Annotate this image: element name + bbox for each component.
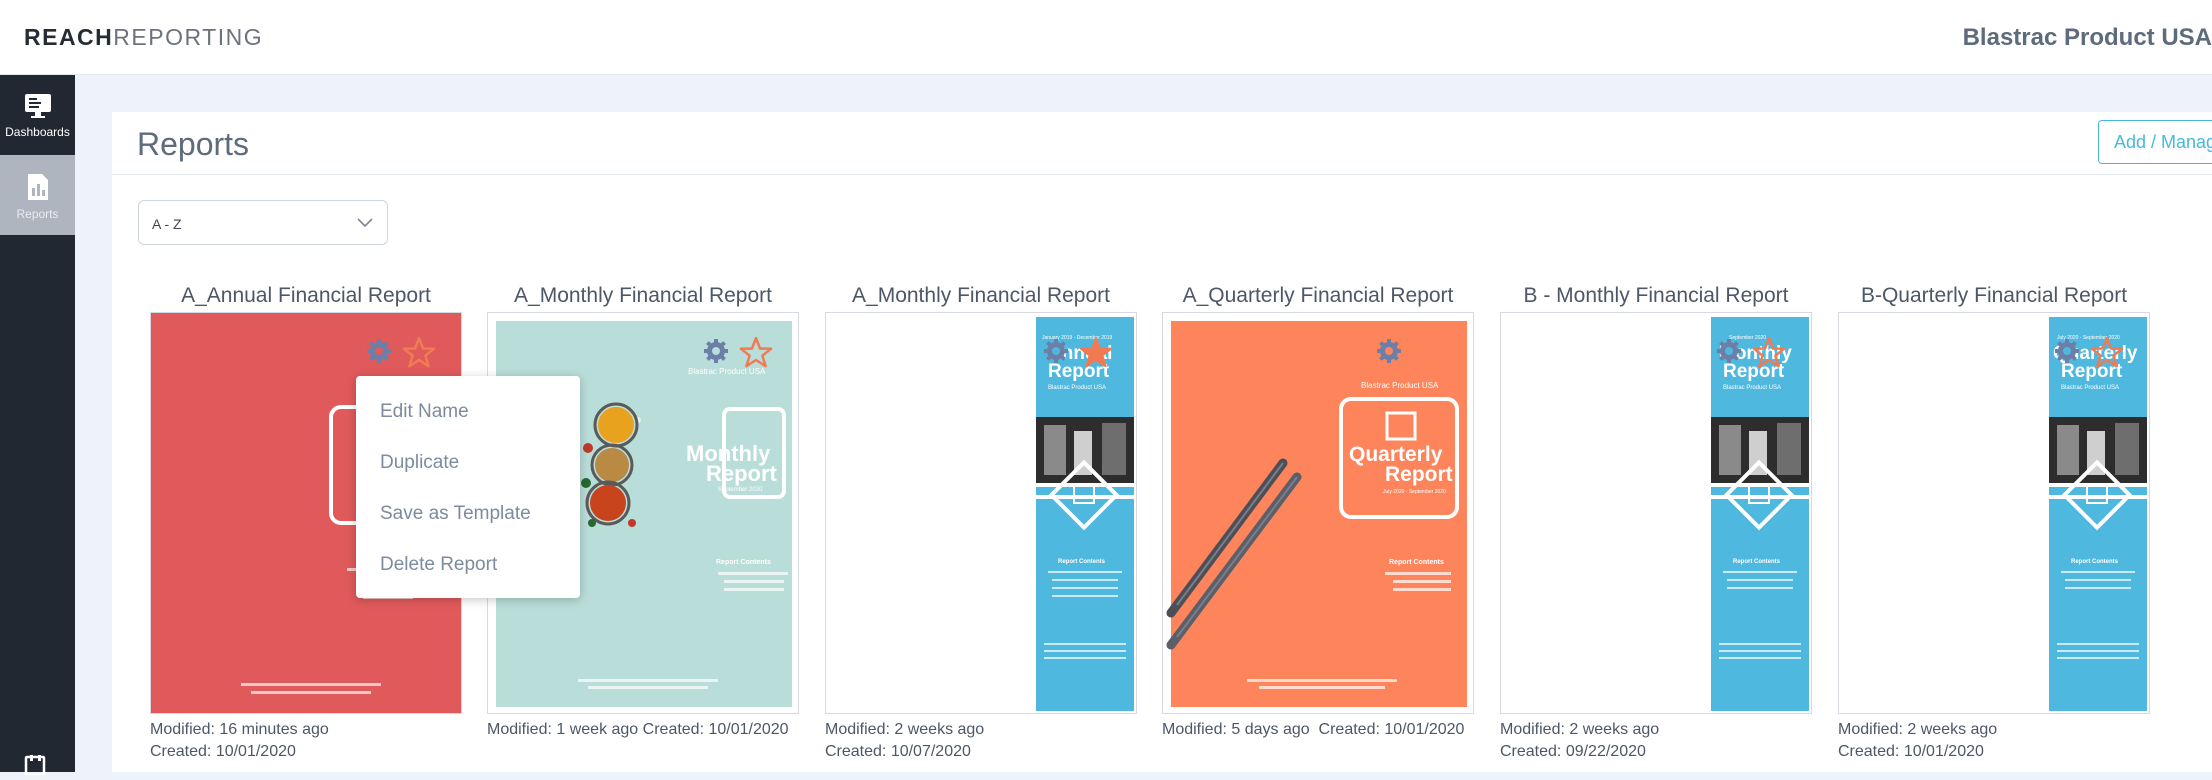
created-text: Created: 10/01/2020 (1838, 743, 1984, 760)
cover-contents: Report Contents (2071, 559, 2118, 565)
report-card[interactable]: B-Quarterly Financial Report July 2020 -… (1838, 284, 2150, 760)
report-thumbnail[interactable]: Blastrac Product USA Quarterly Report Ju… (1162, 312, 1474, 714)
report-title[interactable]: A_Quarterly Financial Report (1162, 284, 1474, 312)
cover-company: Blastrac Product USA (1361, 381, 1439, 390)
sidebar: Dashboards Reports (0, 75, 75, 777)
sidebar-item-reports[interactable]: Reports (0, 155, 75, 235)
report-card[interactable]: A_Monthly Financial Report (487, 284, 799, 738)
gear-icon[interactable] (1043, 338, 1069, 364)
modified-text: Modified: 2 weeks ago (1838, 721, 1998, 738)
sidebar-bottom-icon[interactable] (24, 755, 48, 780)
title-divider (112, 174, 2212, 175)
modified-text: Modified: 16 minutes ago (150, 721, 329, 738)
logo-light-text: REPORTING (113, 24, 264, 50)
report-title[interactable]: B-Quarterly Financial Report (1838, 284, 2150, 312)
report-context-menu: Edit Name Duplicate Save as Template Del… (356, 376, 580, 598)
report-card[interactable]: A_Quarterly Financial Report Blastrac Pr… (1162, 284, 1474, 738)
report-card[interactable]: B - Monthly Financial Report September 2… (1500, 284, 1812, 760)
gear-icon[interactable] (1376, 338, 1402, 364)
page-title: Reports (137, 126, 250, 162)
gear-icon[interactable] (1716, 338, 1742, 364)
cover-heading-2: Report (1385, 463, 1453, 486)
report-chart-icon (27, 174, 48, 200)
cover-company: Blastrac Product USA (1048, 385, 1107, 391)
report-dates: Modified: 2 weeks ago Created: 09/22/202… (1500, 719, 1659, 763)
modified-text: Modified: 5 days ago (1162, 721, 1310, 738)
created-text: Created: 10/01/2020 (642, 721, 789, 738)
created-text: Created: 10/01/2020 (1318, 721, 1465, 738)
report-title[interactable]: A_Monthly Financial Report (825, 284, 1137, 312)
report-card[interactable]: A_Annual Financial Report Modified: 16 m… (150, 284, 462, 760)
report-thumbnail[interactable]: July 2020 - September 2020 Quarterly Rep… (1838, 312, 2150, 714)
menu-item-delete-report[interactable]: Delete Report (356, 539, 580, 590)
menu-item-save-as-template[interactable]: Save as Template (356, 488, 580, 539)
modified-text: Modified: 2 weeks ago (825, 721, 985, 738)
star-icon[interactable] (1079, 336, 1113, 368)
report-title[interactable]: B - Monthly Financial Report (1500, 284, 1812, 312)
add-manage-button[interactable]: Add / Manage (2098, 120, 2212, 164)
menu-item-edit-name[interactable]: Edit Name (356, 386, 580, 437)
cover-period: September 2020 (718, 487, 763, 493)
report-dates: Modified: 2 weeks ago Created: 10/01/202… (1838, 719, 1997, 763)
created-text: Created: 10/07/2020 (825, 743, 971, 760)
report-title[interactable]: A_Annual Financial Report (150, 284, 462, 312)
sidebar-item-dashboards[interactable]: Dashboards (0, 75, 75, 155)
report-thumbnail[interactable]: September 2020 Monthly Report Blastrac P… (1500, 312, 1812, 714)
company-name[interactable]: Blastrac Product USA (1963, 24, 2212, 52)
cover-period: July 2020 - September 2020 (1383, 489, 1446, 495)
sidebar-item-label: Reports (16, 207, 59, 221)
report-thumbnail[interactable]: January 2019 - December 2019 Annual Repo… (825, 312, 1137, 714)
monitor-icon (24, 94, 51, 118)
report-dates: Modified: 2 weeks ago Created: 10/07/202… (825, 719, 984, 763)
star-icon[interactable] (739, 336, 773, 368)
cover-company: Blastrac Product USA (688, 367, 766, 376)
star-icon[interactable] (2090, 336, 2124, 368)
gear-icon[interactable] (703, 338, 729, 364)
report-dates: Modified: 5 days ago Created: 10/01/2020 (1162, 719, 1464, 741)
cover-contents: Report Contents (716, 559, 771, 566)
modified-text: Modified: 1 week ago (487, 721, 639, 738)
cover-contents: Report Contents (1733, 559, 1780, 565)
report-card[interactable]: A_Monthly Financial Report (825, 284, 1137, 760)
cover-heading-2: Report (706, 461, 777, 486)
star-icon[interactable] (402, 336, 436, 368)
created-text: Created: 10/01/2020 (150, 743, 296, 760)
star-icon[interactable] (1752, 336, 1786, 368)
modified-text: Modified: 2 weeks ago (1500, 721, 1660, 738)
report-dates: Modified: 1 week ago Created: 10/01/2020 (487, 719, 789, 741)
sort-select[interactable]: A - Z (138, 200, 388, 245)
sidebar-item-label: Dashboards (5, 125, 70, 139)
gear-icon[interactable] (2054, 338, 2080, 364)
logo-bold-text: REACH (24, 24, 114, 50)
created-text: Created: 09/22/2020 (1500, 743, 1646, 760)
report-dates: Modified: 16 minutes ago Created: 10/01/… (150, 719, 329, 763)
cover-company: Blastrac Product USA (1723, 385, 1782, 391)
cover-company: Blastrac Product USA (2061, 385, 2120, 391)
cover-contents: Report Contents (1058, 559, 1105, 565)
sort-select-value: A - Z (152, 216, 182, 232)
gear-icon[interactable] (366, 338, 392, 364)
app-logo[interactable]: REACHREPORTING (24, 24, 263, 51)
menu-item-duplicate[interactable]: Duplicate (356, 437, 580, 488)
top-bar: REACHREPORTING Blastrac Product USA (0, 0, 2212, 75)
cover-contents: Report Contents (1389, 559, 1444, 566)
chevron-down-icon (357, 218, 373, 228)
report-title[interactable]: A_Monthly Financial Report (487, 284, 799, 312)
